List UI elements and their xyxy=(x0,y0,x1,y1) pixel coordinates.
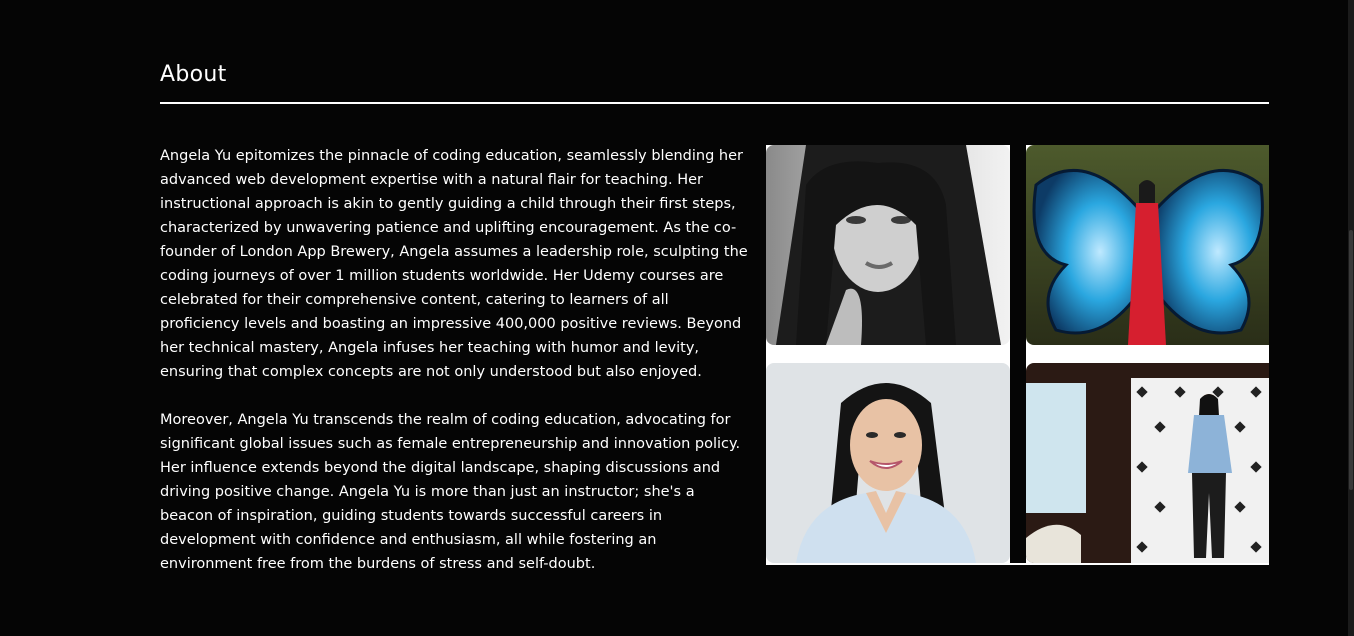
scrollbar-thumb[interactable] xyxy=(1349,230,1353,490)
photo-stage-talk xyxy=(1026,363,1269,563)
page-scrollbar[interactable] xyxy=(1348,0,1354,636)
section-title: About xyxy=(160,62,227,87)
title-divider xyxy=(160,102,1269,104)
photo-bw-portrait xyxy=(766,145,1010,345)
gallery-bottom-edge xyxy=(766,563,1269,565)
photo-headshot xyxy=(766,363,1010,563)
about-text: Angela Yu epitomizes the pinnacle of cod… xyxy=(160,144,750,600)
photo-gallery xyxy=(766,145,1269,565)
about-paragraph-1: Angela Yu epitomizes the pinnacle of cod… xyxy=(160,148,748,380)
about-paragraph-2: Moreover, Angela Yu transcends the realm… xyxy=(160,412,741,572)
photo-butterfly-wings xyxy=(1026,145,1269,345)
gallery-gutter xyxy=(1010,145,1026,565)
